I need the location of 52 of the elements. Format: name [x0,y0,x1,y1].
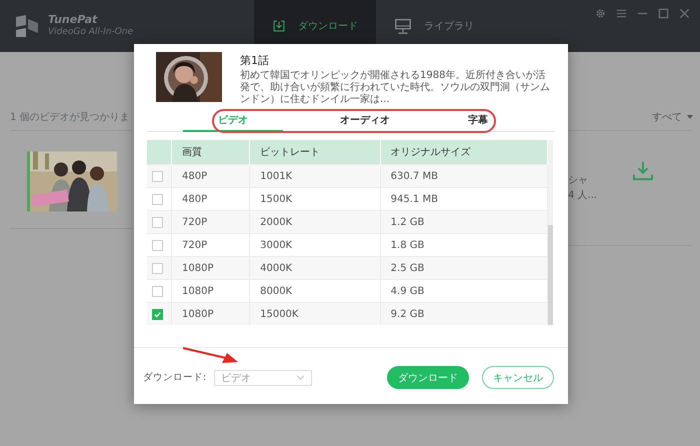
checkbox[interactable] [152,262,163,274]
app-subtitle: VideoGo All-In-One [48,26,134,38]
checkbox[interactable] [152,308,163,320]
maximize-icon[interactable] [658,8,669,19]
table-cell: 1080P [172,256,250,280]
scrollbar[interactable] [548,140,553,325]
filter-label: すべて [652,111,682,124]
filter-dropdown[interactable]: すべて [652,110,693,124]
arrow-drawing [182,346,238,364]
result-count: 1 個のビデオが見つかりま [10,111,131,124]
chevron-down-icon [296,375,306,380]
table-cell: 9.2 GB [380,302,548,325]
column-header: 画質 [172,140,250,164]
table-cell: 1.2 GB [380,210,548,234]
table-cell: 480P [172,164,250,188]
checkbox[interactable] [152,216,163,228]
scroll-thumb[interactable] [548,225,553,325]
close-icon[interactable] [679,8,690,19]
checkbox[interactable] [152,286,163,296]
download-icon[interactable] [633,161,653,181]
cancel-button[interactable]: キャンセル [482,366,554,389]
download-button[interactable]: ダウンロード [387,366,469,389]
table-cell: 630.7 MB [380,164,548,188]
nav-tab[interactable]: ライブラリ [376,0,492,52]
monitor-icon [394,17,412,35]
table-cell: 15000K [250,302,380,325]
checkbox[interactable] [152,170,163,182]
check-icon [153,310,162,318]
checkbox[interactable] [152,240,163,250]
download-label: ダウンロード: [143,371,206,384]
table-cell: 2.5 GB [380,256,548,280]
tab[interactable]: ビデオ [183,110,283,132]
episode-title: 第1話 [240,54,270,67]
description-snippet: 4 人... [568,189,598,203]
menu-icon[interactable] [616,8,627,19]
column-header: オリジナルサイズ [380,140,548,164]
description-snippet: シャ [568,174,589,188]
table-cell: 720P [172,210,250,234]
caret-icon [687,115,693,119]
table-cell: 2000K [250,210,380,234]
table-cell: 1001K [250,164,380,188]
app-title: TunePat [48,14,98,26]
settings-icon[interactable] [595,8,606,19]
logo-icon [14,13,40,39]
download-type-select[interactable]: ビデオ [214,370,312,386]
tab[interactable]: 字幕 [447,110,509,132]
table-cell: 4000K [250,256,380,280]
episode-description: 初めて韓国でオリンピックが開催される1988年。近所付き合いが活発で、助け合いが頻繁に行われていた時代。ソウルの双門洞（サンムンドン）に住むドンイル一家は... [240,70,551,106]
checkbox[interactable] [152,194,163,204]
table-cell: 1080P [172,302,250,325]
tab[interactable]: オーディオ [315,110,415,132]
column-header: ビットレート [250,140,380,164]
